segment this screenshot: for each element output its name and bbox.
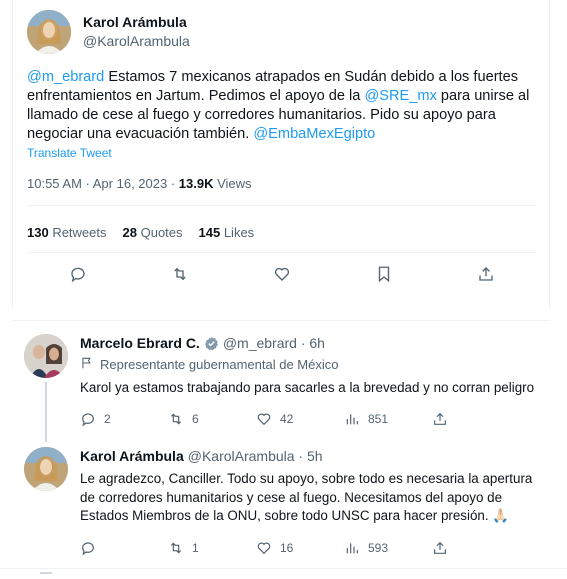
- retweet-count: 6: [192, 412, 199, 426]
- divider: [0, 568, 567, 569]
- views-button[interactable]: 593: [344, 540, 432, 556]
- mention-link[interactable]: @m_ebrard: [27, 69, 104, 85]
- quotes-stat[interactable]: 28 Quotes: [123, 225, 183, 240]
- views-count: 13.9K: [178, 176, 214, 191]
- likes-stat[interactable]: 145 Likes: [199, 225, 255, 240]
- reply-icon[interactable]: [68, 264, 88, 284]
- reply-button[interactable]: 2: [80, 411, 168, 427]
- next-item-stub: [40, 572, 52, 574]
- display-name[interactable]: Karol Arámbula: [83, 13, 190, 32]
- government-label-text: Representante gubernamental de México: [100, 357, 339, 372]
- views-label: Views: [213, 176, 252, 191]
- share-icon[interactable]: [476, 264, 496, 284]
- thread-line: [45, 382, 47, 442]
- reply-text: Karol ya estamos trabajando para sacarle…: [80, 380, 535, 395]
- avatar[interactable]: [24, 334, 68, 378]
- like-count: 42: [280, 412, 294, 426]
- mention-link[interactable]: @SRE_mx: [364, 88, 436, 104]
- author-row[interactable]: Karol Arámbula @KarolArambula: [27, 10, 190, 54]
- main-tweet: Karol Arámbula @KarolArambula @m_ebrard …: [12, 0, 550, 310]
- retweet-button[interactable]: 6: [168, 411, 256, 427]
- mention-link[interactable]: @EmbaMexEgipto: [253, 126, 375, 142]
- views-count: 851: [368, 412, 389, 426]
- handle[interactable]: @KarolArambula: [83, 32, 190, 51]
- section-gap: [0, 308, 567, 320]
- avatar[interactable]: [24, 447, 68, 491]
- share-button[interactable]: [432, 411, 520, 427]
- flag-icon: [80, 356, 94, 373]
- avatar[interactable]: [27, 10, 71, 54]
- reply-count: 2: [104, 412, 111, 426]
- reply-button[interactable]: [80, 540, 168, 556]
- like-icon[interactable]: [272, 264, 292, 284]
- divider: [27, 252, 537, 253]
- like-count: 16: [280, 540, 294, 555]
- views-count: 593: [368, 540, 389, 555]
- verified-gray-badge-icon: [204, 336, 219, 351]
- reply-display-name[interactable]: Karol Arámbula: [80, 447, 184, 465]
- retweet-button[interactable]: 1: [168, 540, 256, 556]
- like-button[interactable]: 42: [256, 411, 344, 427]
- divider: [27, 205, 537, 206]
- reply-handle-time[interactable]: @KarolArambula · 5h: [188, 447, 323, 465]
- reply-handle-time[interactable]: @m_ebrard · 6h: [223, 334, 325, 352]
- tweet-timestamp[interactable]: 10:55 AM · Apr 16, 2023 ·: [27, 176, 179, 191]
- government-label: Representante gubernamental de México: [80, 356, 540, 373]
- retweet-icon[interactable]: [170, 264, 190, 284]
- tweet-stats: 130 Retweets 28 Quotes 145 Likes: [27, 225, 254, 240]
- divider: [12, 320, 550, 321]
- share-button[interactable]: [432, 540, 520, 556]
- reply-tweet[interactable]: Marcelo Ebrard C. @m_ebrard · 6h Represe…: [12, 322, 550, 442]
- tweet-meta: 10:55 AM · Apr 16, 2023 · 13.9K Views: [27, 176, 252, 191]
- bookmark-icon[interactable]: [374, 264, 394, 284]
- tweet-text: @m_ebrard Estamos 7 mexicanos atrapados …: [27, 68, 537, 144]
- views-button[interactable]: 851: [344, 411, 432, 427]
- reply-display-name[interactable]: Marcelo Ebrard C.: [80, 334, 200, 352]
- translate-tweet-link[interactable]: Translate Tweet: [27, 146, 112, 160]
- reply-tweet[interactable]: Karol Arámbula @KarolArambula · 5h Le ag…: [12, 435, 550, 565]
- retweet-count: 1: [192, 540, 199, 555]
- like-button[interactable]: 16: [256, 540, 344, 556]
- tweet-actions: [27, 264, 537, 284]
- reply-text: Le agradezco, Canciller. Todo su apoyo, …: [80, 471, 533, 523]
- retweets-stat[interactable]: 130 Retweets: [27, 225, 107, 240]
